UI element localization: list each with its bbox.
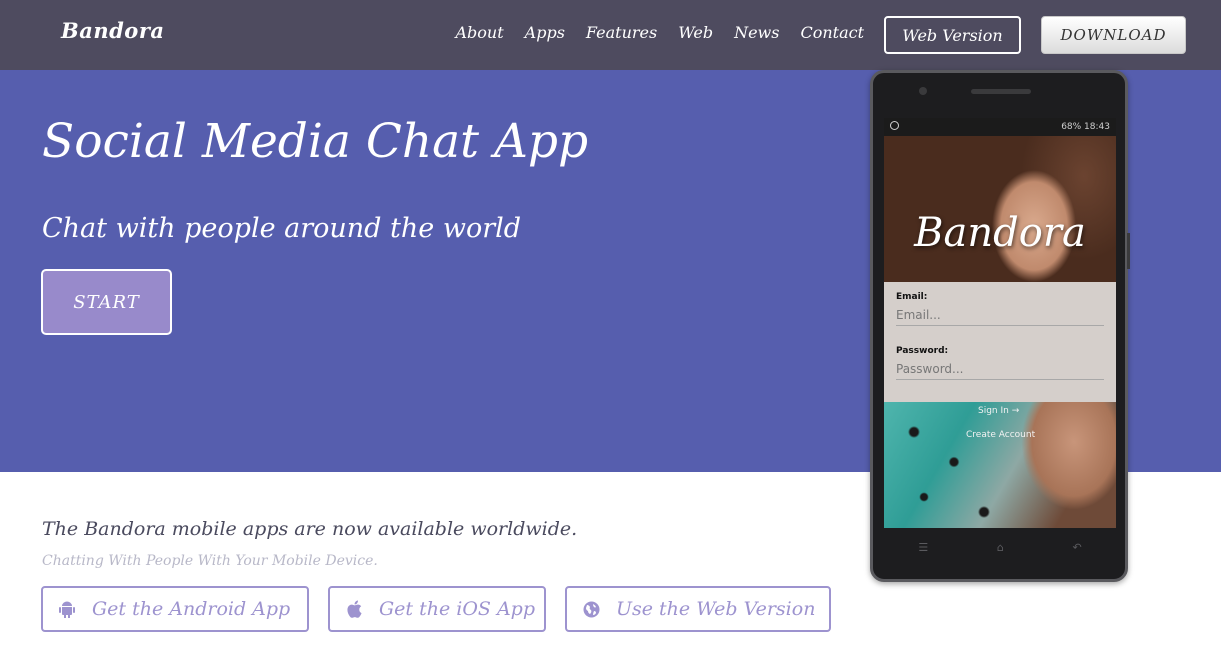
- phone-status-text: 68% 18:43: [1061, 122, 1110, 132]
- alarm-icon: [890, 121, 899, 130]
- get-android-app-button[interactable]: Get the Android App: [41, 586, 309, 632]
- login-form: Email: Email... Password: Password...: [884, 282, 1116, 402]
- nav-links: About Apps Features Web News Contact: [456, 23, 865, 42]
- sign-in-link[interactable]: Sign In →: [978, 406, 1019, 416]
- email-label: Email:: [896, 292, 928, 302]
- app-logo: Bandora: [914, 210, 1086, 256]
- phone-camera: [919, 87, 927, 95]
- hero-subtitle: Chat with people around the world: [42, 213, 522, 244]
- nav-link-web[interactable]: Web: [678, 23, 713, 42]
- apple-icon: [345, 600, 363, 618]
- password-field[interactable]: Password...: [896, 362, 1104, 380]
- nav-link-about[interactable]: About: [456, 23, 504, 42]
- app-background-photo: [884, 136, 1116, 282]
- nav-link-features[interactable]: Features: [586, 23, 657, 42]
- app-background-photo-lower: [884, 402, 1116, 528]
- navbar: Bandora About Apps Features Web News Con…: [0, 0, 1221, 70]
- email-field[interactable]: Email...: [896, 308, 1104, 326]
- globe-icon: [582, 600, 600, 618]
- phone-mockup: 68% 18:43 Bandora Email: Email... Passwo…: [870, 70, 1130, 582]
- create-account-link[interactable]: Create Account: [966, 430, 1035, 440]
- android-icon: [58, 600, 76, 618]
- menu-key-icon[interactable]: ☰: [918, 541, 928, 554]
- brand-logo[interactable]: Bandora: [61, 18, 165, 43]
- hero-title: Social Media Chat App: [42, 114, 589, 169]
- get-ios-label: Get the iOS App: [379, 598, 536, 620]
- phone-side-button: [1127, 233, 1130, 269]
- home-key-icon[interactable]: ⌂: [997, 541, 1004, 554]
- start-button[interactable]: START: [41, 269, 172, 335]
- phone-speaker: [971, 89, 1031, 94]
- nav-link-apps[interactable]: Apps: [525, 23, 565, 42]
- nav-link-news[interactable]: News: [734, 23, 779, 42]
- back-key-icon[interactable]: ↶: [1072, 541, 1081, 554]
- password-label: Password:: [896, 346, 949, 356]
- use-web-version-button[interactable]: Use the Web Version: [565, 586, 831, 632]
- get-android-label: Get the Android App: [92, 598, 291, 620]
- phone-status-bar: 68% 18:43: [884, 118, 1116, 136]
- nav-link-contact[interactable]: Contact: [800, 23, 864, 42]
- web-version-button[interactable]: Web Version: [884, 16, 1021, 54]
- phone-screen: 68% 18:43 Bandora Email: Email... Passwo…: [884, 118, 1116, 528]
- availability-subline: Chatting With People With Your Mobile De…: [42, 553, 378, 569]
- get-ios-app-button[interactable]: Get the iOS App: [328, 586, 546, 632]
- availability-headline: The Bandora mobile apps are now availabl…: [42, 518, 578, 540]
- download-button[interactable]: DOWNLOAD: [1041, 16, 1186, 54]
- phone-nav-keys: ☰ ⌂ ↶: [884, 535, 1116, 559]
- use-web-version-label: Use the Web Version: [616, 598, 816, 620]
